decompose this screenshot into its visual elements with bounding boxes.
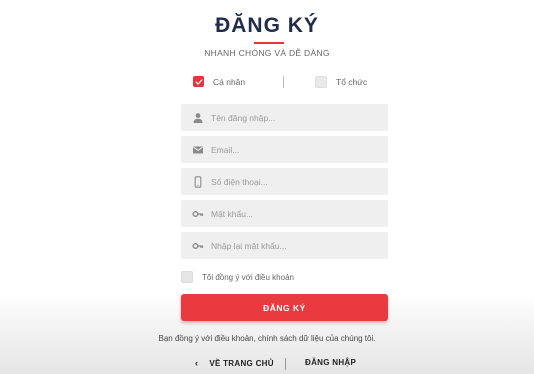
email-input[interactable] — [211, 144, 371, 155]
login-link[interactable]: ĐĂNG NHẬP — [305, 358, 356, 367]
account-type-organization[interactable]: Tổ chức — [315, 76, 367, 88]
checkbox-unchecked-icon[interactable] — [315, 76, 327, 88]
register-button[interactable]: ĐĂNG KÝ — [181, 294, 388, 321]
footer-divider — [285, 358, 286, 370]
title-underline — [254, 42, 284, 44]
key-icon — [192, 208, 204, 220]
password-field[interactable] — [181, 200, 388, 227]
username-input[interactable] — [211, 112, 371, 123]
page-title: ĐĂNG KÝ — [215, 14, 319, 37]
account-type-individual[interactable]: Cá nhân — [193, 76, 245, 87]
back-home-link[interactable]: ‹ VỀ TRANG CHỦ — [195, 358, 274, 368]
footer-nav: ‹ VỀ TRANG CHỦ ĐĂNG NHẬP — [0, 358, 534, 370]
back-home-label: VỀ TRANG CHỦ — [209, 358, 274, 368]
confirm-password-field[interactable] — [181, 232, 388, 259]
terms-checkbox[interactable] — [181, 271, 193, 283]
confirm-password-input[interactable] — [211, 240, 371, 251]
account-type-individual-label: Cá nhân — [213, 76, 246, 87]
account-type-divider — [283, 76, 284, 88]
mail-icon — [192, 144, 204, 156]
email-field[interactable] — [181, 136, 388, 163]
terms-label: Tôi đồng ý với điều khoản — [202, 272, 294, 282]
key-icon — [192, 240, 204, 252]
page-subtitle: NHANH CHÓNG VÀ DỄ DÀNG — [204, 48, 330, 58]
account-type-selector: Cá nhân Tổ chức — [193, 76, 393, 90]
account-type-organization-label: Tổ chức — [336, 77, 368, 87]
agreement-text: Bạn đồng ý với điều khoản, chính sách dữ… — [158, 334, 376, 343]
terms-checkbox-row[interactable]: Tôi đồng ý với điều khoản — [181, 271, 294, 283]
user-icon — [192, 112, 204, 124]
chevron-left-icon: ‹ — [195, 358, 199, 368]
checkbox-checked-icon[interactable] — [193, 76, 204, 87]
username-field[interactable] — [181, 104, 388, 131]
phone-icon — [192, 175, 204, 188]
phone-input[interactable] — [211, 176, 371, 187]
register-page: ĐĂNG KÝ NHANH CHÓNG VÀ DỄ DÀNG Cá nhân T… — [0, 0, 534, 374]
phone-field[interactable] — [181, 168, 388, 195]
password-input[interactable] — [211, 208, 371, 219]
